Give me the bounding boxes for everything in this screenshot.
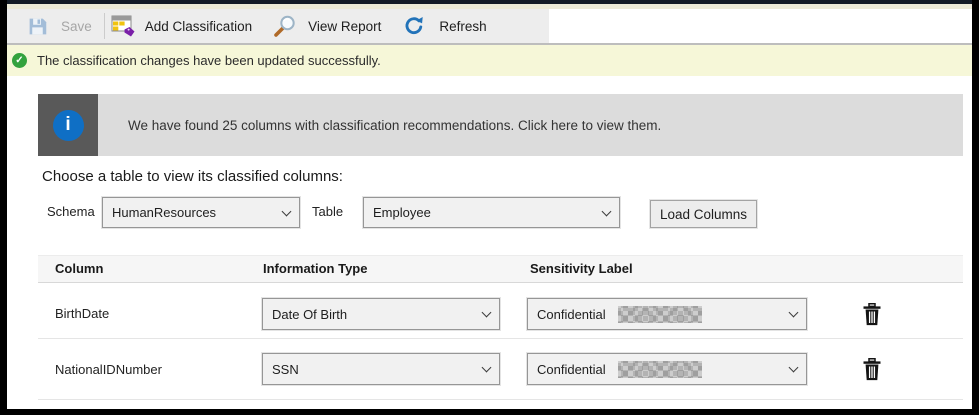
information-type-select[interactable]: Date Of Birth [262, 298, 500, 330]
info-icon: i [53, 110, 84, 141]
chevron-down-icon [482, 363, 492, 373]
redacted-text-blur [618, 306, 702, 323]
status-bar: ✓ The classification changes have been u… [7, 45, 972, 76]
column-header-information-type: Information Type [263, 261, 367, 276]
recommendations-banner[interactable]: i We have found 25 columns with classifi… [38, 94, 963, 156]
row-divider [38, 338, 963, 339]
redacted-text-blur [618, 361, 702, 378]
table-header-row: Column Information Type Sensitivity Labe… [38, 255, 963, 283]
schema-select[interactable]: HumanResources [102, 197, 300, 228]
frame-border-bottom [0, 409, 979, 415]
information-type-select[interactable]: SSN [262, 353, 500, 385]
toolbar-separator [104, 13, 105, 39]
table-label: Table [312, 204, 343, 219]
column-header-sensitivity-label: Sensitivity Label [530, 261, 633, 276]
load-columns-button[interactable]: Load Columns [650, 200, 757, 228]
trash-icon [863, 358, 881, 381]
table-select[interactable]: Employee [363, 197, 620, 228]
chevron-down-icon [282, 206, 292, 216]
refresh-button[interactable]: Refresh [439, 19, 486, 34]
chevron-down-icon [789, 363, 799, 373]
toolbar: Save Add Classification View Report [7, 9, 549, 43]
status-message: The classification changes have been upd… [37, 53, 381, 68]
chevron-down-icon [602, 206, 612, 216]
save-button[interactable]: Save [61, 19, 92, 34]
schema-label: Schema [47, 204, 95, 219]
refresh-icon [403, 15, 425, 37]
delete-classification-button[interactable] [861, 357, 883, 381]
information-type-value: Date Of Birth [272, 307, 347, 322]
sensitivity-label-value: Confidential [537, 307, 606, 322]
add-classification-button[interactable]: Add Classification [145, 19, 252, 34]
trash-icon [863, 303, 881, 326]
column-name-cell: BirthDate [55, 306, 109, 321]
column-header-column: Column [55, 261, 103, 276]
information-type-value: SSN [272, 362, 299, 377]
column-name-cell: NationalIDNumber [55, 362, 162, 377]
sensitivity-label-value: Confidential [537, 362, 606, 377]
data-classification-pane: Save Add Classification View Report [0, 0, 979, 415]
view-report-icon [272, 14, 297, 39]
delete-classification-button[interactable] [861, 302, 883, 326]
save-icon [27, 16, 48, 37]
table-bottom-rule [38, 399, 963, 400]
success-check-icon: ✓ [12, 53, 27, 68]
sensitivity-label-select[interactable]: Confidential [527, 353, 807, 385]
recommendations-message[interactable]: We have found 25 columns with classifica… [128, 94, 661, 156]
view-report-button[interactable]: View Report [308, 19, 381, 34]
frame-border-right [972, 0, 979, 415]
chevron-down-icon [482, 308, 492, 318]
table-select-value: Employee [373, 205, 431, 220]
sensitivity-label-select[interactable]: Confidential [527, 298, 807, 330]
schema-select-value: HumanResources [112, 205, 216, 220]
info-icon-tile: i [38, 94, 98, 156]
frame-border-left [0, 0, 7, 415]
picker-heading: Choose a table to view its classified co… [42, 168, 343, 185]
chevron-down-icon [789, 308, 799, 318]
add-classification-icon [111, 15, 135, 37]
